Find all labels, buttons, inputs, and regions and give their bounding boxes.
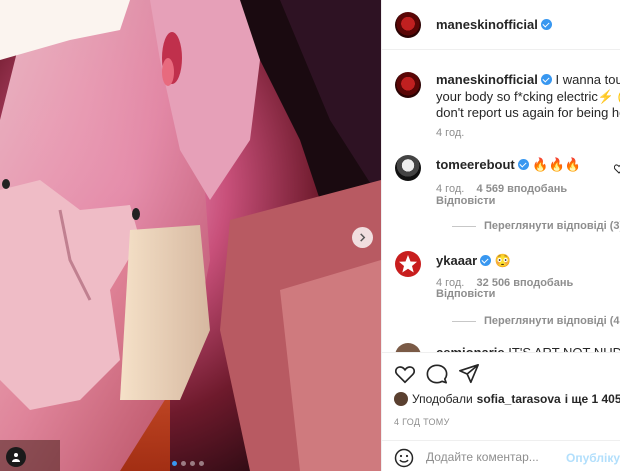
reply-button[interactable]: Відповісти [436,195,495,207]
heart-icon[interactable] [614,164,620,174]
view-replies-button[interactable]: Переглянути відповіді (475) [452,315,620,327]
instagram-post-view: maneskinofficial maneskinofficial I wann… [0,0,620,471]
caption-avatar[interactable] [395,72,421,98]
emoji-icon[interactable] [394,448,414,468]
comment-time: 4 год. [436,183,465,195]
tagged-users-button[interactable] [6,447,26,467]
reply-button[interactable]: Відповісти [436,288,495,300]
carousel-indicator [172,461,204,466]
post-photo [0,0,381,471]
divider [452,225,476,227]
post-media[interactable] [0,0,381,471]
caption-line-2: your body so f*cking electric [436,88,598,104]
caption-line-4: don't report us again for being hot [436,105,620,120]
caption-line-1: I wanna touch [555,72,620,87]
post-header: maneskinofficial [382,0,620,50]
add-comment-bar: Опублікувати [382,440,620,471]
carousel-dot [181,461,186,466]
comment-body: ykaaar 😳 [436,253,511,269]
header-username[interactable]: maneskinofficial [436,17,538,32]
avatar[interactable] [395,155,421,181]
comment-input[interactable] [426,448,561,466]
comment-text: 🔥🔥🔥 [532,157,581,172]
post-side-panel: maneskinofficial maneskinofficial I wann… [381,0,620,471]
comment-likes[interactable]: 4 569 вподобань [477,183,568,195]
next-slide-button[interactable] [352,227,373,248]
caption-time: 4 год. [436,127,465,139]
view-replies-label: Переглянути відповіді (475) [484,315,620,327]
liked-by: Уподобали sofia_tarasova і ще 1 405 979 [394,392,620,406]
comment-body: tomeerebout 🔥🔥🔥 [436,157,581,173]
view-replies-button[interactable]: Переглянути відповіді (3) [452,220,620,232]
carousel-dot [199,461,204,466]
verified-badge-icon [540,19,552,30]
post-actions: Уподобали sofia_tarasova і ще 1 405 979 … [382,352,620,471]
divider [452,320,476,322]
view-replies-label: Переглянути відповіді (3) [484,220,620,232]
star-logo-icon [399,255,417,273]
liked-by-user[interactable]: sofia_tarasova [477,392,561,406]
verified-badge-icon [480,255,492,266]
liked-by-count[interactable]: і ще 1 405 979 [565,392,620,406]
comment-username[interactable]: ykaaar [436,253,477,268]
comment-meta: 4 год. 4 569 вподобань [436,183,567,195]
carousel-dot [172,461,177,466]
heart-icon[interactable] [394,363,416,385]
post-time-ago[interactable]: 4 ГОД ТОМУ [394,417,450,427]
caption-line-3: ⚡ (pls [597,88,620,104]
user-tag-icon [12,453,20,462]
avatar[interactable] [394,392,408,406]
liked-by-prefix: Уподобали [412,392,473,406]
chevron-right-icon [360,233,366,242]
avatar[interactable] [395,12,421,38]
header-username-row: maneskinofficial [436,17,552,32]
share-icon[interactable] [458,363,480,385]
verified-badge-icon [517,159,529,170]
comment-username[interactable]: tomeerebout [436,157,515,172]
comment-text: 😳 [494,253,512,268]
carousel-dot [190,461,195,466]
post-caption: maneskinofficial I wanna touch your body… [436,72,620,122]
avatar[interactable] [395,251,421,277]
verified-badge-icon [540,74,552,85]
post-comment-button[interactable]: Опублікувати [566,451,620,465]
comment-icon[interactable] [426,363,448,385]
caption-username[interactable]: maneskinofficial [436,72,538,87]
